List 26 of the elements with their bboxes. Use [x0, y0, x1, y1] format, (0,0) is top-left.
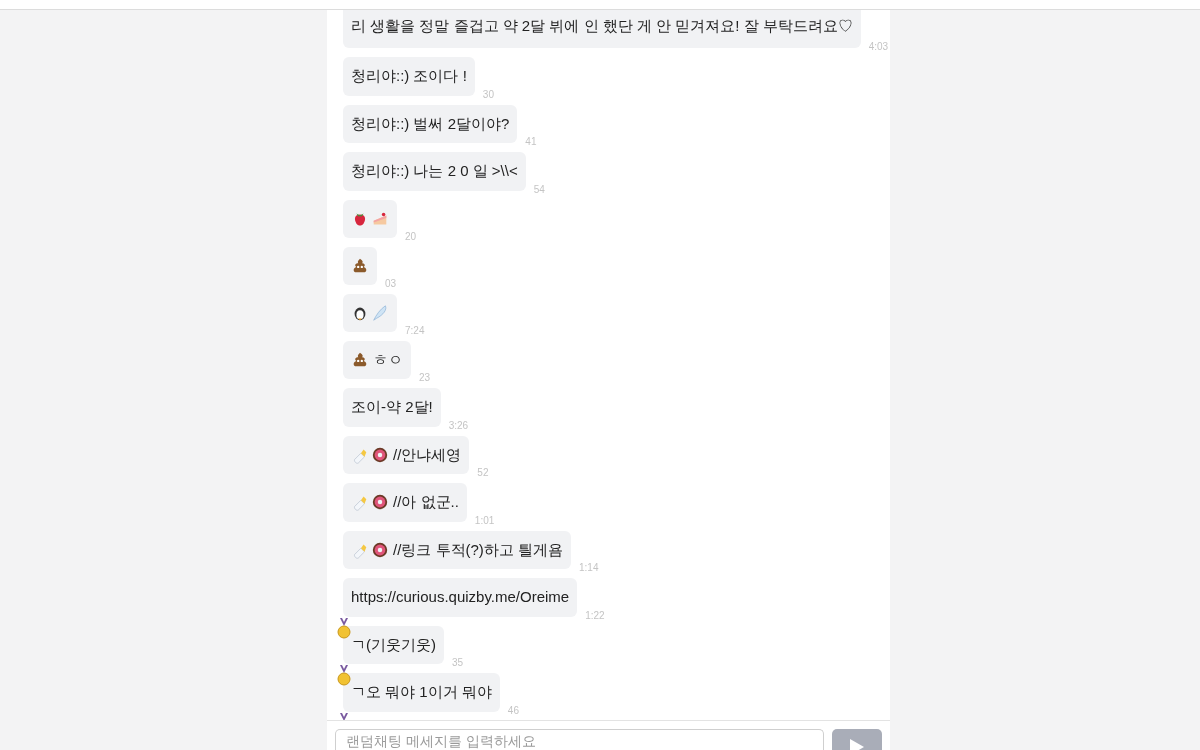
- message-text: //아 없군..: [393, 492, 459, 512]
- message-text: ㄱ(기웃기웃): [351, 634, 436, 655]
- message-time: 1:22: [585, 608, 605, 623]
- message-input-field[interactable]: 랜덤채팅 메세지를 입력하세요: [335, 729, 824, 750]
- message-time: 41: [525, 135, 537, 149]
- message-text: 청리야::) 조이다 !: [351, 66, 467, 86]
- message-time: 1:01: [474, 513, 495, 528]
- message-text: ㄱ오 뭐야 1이거 뭐야: [351, 682, 492, 702]
- message-text: https://curious.quizby.me/Oreime: [351, 587, 570, 607]
- message-time: 23: [419, 371, 431, 385]
- message-text: 청리야::) 벌써 2달이야?: [351, 113, 510, 134]
- message-text: 리 생활을 정말 즐겁고 약 2달 뷔에 인 했단 게 안 믿겨져요! 잘 부탁드려요♡: [351, 15, 853, 36]
- message-time: 03: [385, 276, 397, 291]
- message-text: //링크 투적(?)하고 틜게욤: [393, 539, 563, 560]
- message-time: 1:14: [579, 561, 599, 575]
- message-time: 30: [482, 87, 494, 102]
- message-text: ㅎㅇ: [373, 349, 403, 370]
- message-time: 4:03: [868, 40, 889, 54]
- message-time: 35: [452, 656, 464, 670]
- message-text: 조이-약 2달!: [351, 397, 433, 417]
- message-text: //안냐세영: [393, 444, 462, 465]
- message-time: 3:26: [448, 418, 469, 433]
- message-time: 7:24: [405, 323, 425, 338]
- message-time: 54: [533, 182, 545, 197]
- message-text: 청리야::) 나는 2 0 일 >\\<: [351, 161, 518, 181]
- message-time: 46: [507, 703, 519, 718]
